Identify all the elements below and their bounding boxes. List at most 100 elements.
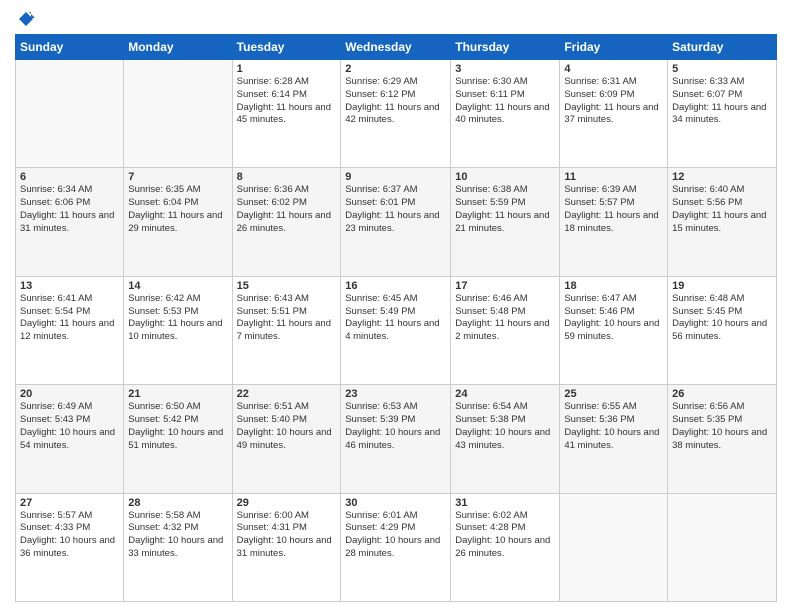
calendar-cell: 22Sunrise: 6:51 AM Sunset: 5:40 PM Dayli… [232, 385, 341, 493]
day-info: Sunrise: 6:51 AM Sunset: 5:40 PM Dayligh… [237, 401, 337, 452]
calendar-cell: 31Sunrise: 6:02 AM Sunset: 4:28 PM Dayli… [451, 493, 560, 601]
header [15, 10, 777, 28]
logo-icon [17, 10, 35, 28]
day-number: 17 [455, 280, 555, 292]
day-info: Sunrise: 6:48 AM Sunset: 5:45 PM Dayligh… [672, 293, 772, 344]
day-number: 8 [237, 171, 337, 183]
day-info: Sunrise: 6:31 AM Sunset: 6:09 PM Dayligh… [564, 76, 663, 127]
calendar-cell: 1Sunrise: 6:28 AM Sunset: 6:14 PM Daylig… [232, 60, 341, 168]
day-info: Sunrise: 6:40 AM Sunset: 5:56 PM Dayligh… [672, 184, 772, 235]
day-number: 27 [20, 497, 119, 509]
day-info: Sunrise: 6:54 AM Sunset: 5:38 PM Dayligh… [455, 401, 555, 452]
day-number: 28 [128, 497, 227, 509]
day-info: Sunrise: 6:56 AM Sunset: 5:35 PM Dayligh… [672, 401, 772, 452]
day-info: Sunrise: 6:45 AM Sunset: 5:49 PM Dayligh… [345, 293, 446, 344]
calendar-cell: 23Sunrise: 6:53 AM Sunset: 5:39 PM Dayli… [341, 385, 451, 493]
day-number: 12 [672, 171, 772, 183]
calendar-cell [16, 60, 124, 168]
day-number: 6 [20, 171, 119, 183]
calendar-cell: 6Sunrise: 6:34 AM Sunset: 6:06 PM Daylig… [16, 168, 124, 276]
day-info: Sunrise: 5:57 AM Sunset: 4:33 PM Dayligh… [20, 510, 119, 561]
calendar-cell: 5Sunrise: 6:33 AM Sunset: 6:07 PM Daylig… [668, 60, 777, 168]
day-header-saturday: Saturday [668, 35, 777, 60]
day-header-sunday: Sunday [16, 35, 124, 60]
calendar-cell: 15Sunrise: 6:43 AM Sunset: 5:51 PM Dayli… [232, 276, 341, 384]
calendar-cell: 17Sunrise: 6:46 AM Sunset: 5:48 PM Dayli… [451, 276, 560, 384]
day-number: 14 [128, 280, 227, 292]
calendar-cell: 11Sunrise: 6:39 AM Sunset: 5:57 PM Dayli… [560, 168, 668, 276]
calendar-cell: 13Sunrise: 6:41 AM Sunset: 5:54 PM Dayli… [16, 276, 124, 384]
day-number: 11 [564, 171, 663, 183]
day-info: Sunrise: 6:34 AM Sunset: 6:06 PM Dayligh… [20, 184, 119, 235]
day-number: 22 [237, 388, 337, 400]
day-header-friday: Friday [560, 35, 668, 60]
day-number: 21 [128, 388, 227, 400]
calendar-cell: 25Sunrise: 6:55 AM Sunset: 5:36 PM Dayli… [560, 385, 668, 493]
calendar-cell: 10Sunrise: 6:38 AM Sunset: 5:59 PM Dayli… [451, 168, 560, 276]
calendar-week-3: 20Sunrise: 6:49 AM Sunset: 5:43 PM Dayli… [16, 385, 777, 493]
day-header-monday: Monday [124, 35, 232, 60]
day-number: 15 [237, 280, 337, 292]
day-number: 31 [455, 497, 555, 509]
calendar-cell: 21Sunrise: 6:50 AM Sunset: 5:42 PM Dayli… [124, 385, 232, 493]
day-info: Sunrise: 6:43 AM Sunset: 5:51 PM Dayligh… [237, 293, 337, 344]
calendar: SundayMondayTuesdayWednesdayThursdayFrid… [15, 34, 777, 602]
day-info: Sunrise: 5:58 AM Sunset: 4:32 PM Dayligh… [128, 510, 227, 561]
day-info: Sunrise: 6:53 AM Sunset: 5:39 PM Dayligh… [345, 401, 446, 452]
calendar-cell: 18Sunrise: 6:47 AM Sunset: 5:46 PM Dayli… [560, 276, 668, 384]
day-info: Sunrise: 6:55 AM Sunset: 5:36 PM Dayligh… [564, 401, 663, 452]
calendar-cell: 29Sunrise: 6:00 AM Sunset: 4:31 PM Dayli… [232, 493, 341, 601]
day-number: 23 [345, 388, 446, 400]
calendar-cell: 9Sunrise: 6:37 AM Sunset: 6:01 PM Daylig… [341, 168, 451, 276]
calendar-cell: 12Sunrise: 6:40 AM Sunset: 5:56 PM Dayli… [668, 168, 777, 276]
day-info: Sunrise: 6:39 AM Sunset: 5:57 PM Dayligh… [564, 184, 663, 235]
calendar-cell: 19Sunrise: 6:48 AM Sunset: 5:45 PM Dayli… [668, 276, 777, 384]
day-number: 30 [345, 497, 446, 509]
day-number: 9 [345, 171, 446, 183]
day-header-thursday: Thursday [451, 35, 560, 60]
calendar-week-0: 1Sunrise: 6:28 AM Sunset: 6:14 PM Daylig… [16, 60, 777, 168]
day-info: Sunrise: 6:42 AM Sunset: 5:53 PM Dayligh… [128, 293, 227, 344]
day-number: 25 [564, 388, 663, 400]
day-info: Sunrise: 6:01 AM Sunset: 4:29 PM Dayligh… [345, 510, 446, 561]
day-info: Sunrise: 6:50 AM Sunset: 5:42 PM Dayligh… [128, 401, 227, 452]
calendar-week-2: 13Sunrise: 6:41 AM Sunset: 5:54 PM Dayli… [16, 276, 777, 384]
day-number: 4 [564, 63, 663, 75]
day-info: Sunrise: 6:02 AM Sunset: 4:28 PM Dayligh… [455, 510, 555, 561]
page: SundayMondayTuesdayWednesdayThursdayFrid… [0, 0, 792, 612]
calendar-header-row: SundayMondayTuesdayWednesdayThursdayFrid… [16, 35, 777, 60]
day-number: 5 [672, 63, 772, 75]
calendar-cell: 24Sunrise: 6:54 AM Sunset: 5:38 PM Dayli… [451, 385, 560, 493]
day-info: Sunrise: 6:33 AM Sunset: 6:07 PM Dayligh… [672, 76, 772, 127]
day-info: Sunrise: 6:30 AM Sunset: 6:11 PM Dayligh… [455, 76, 555, 127]
day-info: Sunrise: 6:35 AM Sunset: 6:04 PM Dayligh… [128, 184, 227, 235]
day-number: 20 [20, 388, 119, 400]
logo [15, 10, 35, 28]
day-number: 26 [672, 388, 772, 400]
calendar-cell: 16Sunrise: 6:45 AM Sunset: 5:49 PM Dayli… [341, 276, 451, 384]
calendar-cell: 7Sunrise: 6:35 AM Sunset: 6:04 PM Daylig… [124, 168, 232, 276]
day-number: 10 [455, 171, 555, 183]
calendar-week-4: 27Sunrise: 5:57 AM Sunset: 4:33 PM Dayli… [16, 493, 777, 601]
calendar-cell: 26Sunrise: 6:56 AM Sunset: 5:35 PM Dayli… [668, 385, 777, 493]
calendar-cell: 28Sunrise: 5:58 AM Sunset: 4:32 PM Dayli… [124, 493, 232, 601]
calendar-cell: 3Sunrise: 6:30 AM Sunset: 6:11 PM Daylig… [451, 60, 560, 168]
calendar-week-1: 6Sunrise: 6:34 AM Sunset: 6:06 PM Daylig… [16, 168, 777, 276]
day-info: Sunrise: 6:49 AM Sunset: 5:43 PM Dayligh… [20, 401, 119, 452]
calendar-cell [124, 60, 232, 168]
day-info: Sunrise: 6:36 AM Sunset: 6:02 PM Dayligh… [237, 184, 337, 235]
calendar-cell: 14Sunrise: 6:42 AM Sunset: 5:53 PM Dayli… [124, 276, 232, 384]
calendar-cell: 20Sunrise: 6:49 AM Sunset: 5:43 PM Dayli… [16, 385, 124, 493]
day-info: Sunrise: 6:38 AM Sunset: 5:59 PM Dayligh… [455, 184, 555, 235]
day-number: 29 [237, 497, 337, 509]
day-info: Sunrise: 6:29 AM Sunset: 6:12 PM Dayligh… [345, 76, 446, 127]
calendar-cell: 30Sunrise: 6:01 AM Sunset: 4:29 PM Dayli… [341, 493, 451, 601]
day-info: Sunrise: 6:47 AM Sunset: 5:46 PM Dayligh… [564, 293, 663, 344]
day-number: 3 [455, 63, 555, 75]
day-number: 7 [128, 171, 227, 183]
day-info: Sunrise: 6:37 AM Sunset: 6:01 PM Dayligh… [345, 184, 446, 235]
day-info: Sunrise: 6:00 AM Sunset: 4:31 PM Dayligh… [237, 510, 337, 561]
calendar-cell: 8Sunrise: 6:36 AM Sunset: 6:02 PM Daylig… [232, 168, 341, 276]
day-header-wednesday: Wednesday [341, 35, 451, 60]
day-number: 18 [564, 280, 663, 292]
